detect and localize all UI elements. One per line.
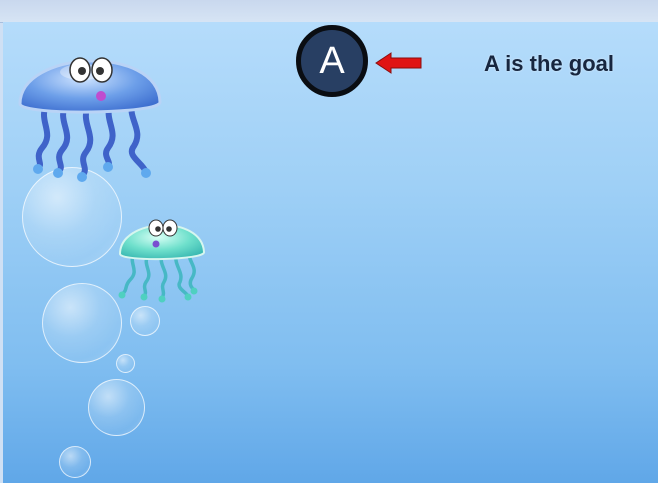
bubble-bottom	[59, 446, 91, 478]
game-window: A A is the goal	[0, 0, 658, 483]
bubble-medium-low	[88, 379, 145, 436]
bubble-small	[130, 306, 160, 336]
jellyfish-icon	[18, 57, 162, 182]
game-scene: A A is the goal	[3, 22, 658, 483]
left-arrow-icon	[375, 52, 422, 74]
goal-marker-letter: A	[319, 40, 345, 82]
goal-marker: A	[296, 25, 368, 97]
bubble-medium	[42, 283, 122, 363]
top-strip	[0, 0, 658, 23]
bubble-tiny	[116, 354, 135, 373]
goal-caption: A is the goal	[484, 51, 614, 76]
jellyfish-icon	[118, 219, 206, 303]
